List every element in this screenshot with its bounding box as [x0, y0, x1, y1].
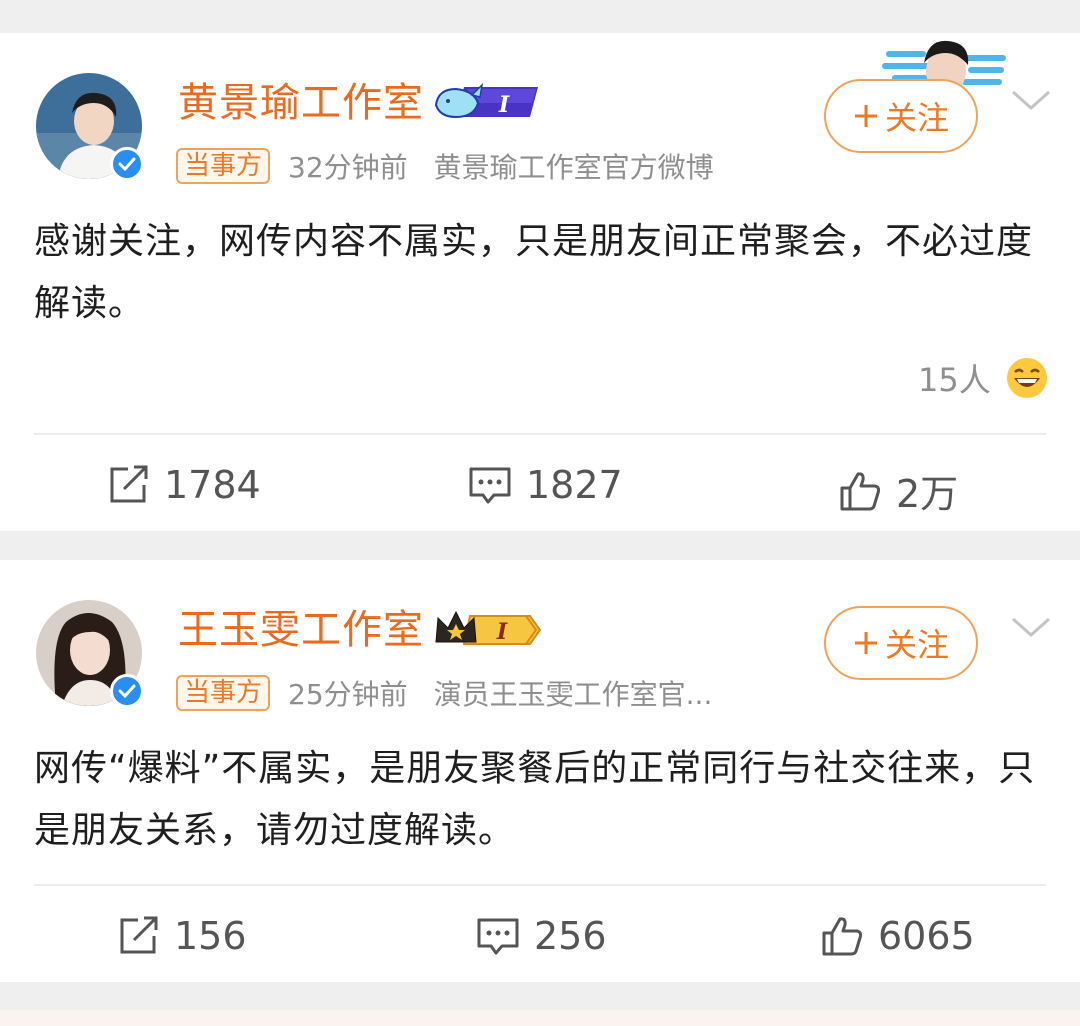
repost-count: 156 — [174, 914, 247, 958]
level-badge-whale: I — [434, 82, 538, 119]
like-count: 2万 — [896, 472, 959, 516]
chevron-down-icon[interactable] — [1010, 615, 1052, 641]
divider — [34, 884, 1046, 886]
party-tag: 当事方 — [176, 675, 271, 711]
repost-icon — [120, 916, 158, 954]
verified-icon — [110, 674, 144, 708]
post-time: 32分钟前 — [288, 151, 408, 184]
meta-row: 当事方 25分钟前 演员王玉雯工作室官... — [176, 673, 738, 713]
like-button[interactable]: 2万 — [838, 463, 958, 518]
repost-icon — [110, 465, 148, 503]
post-content: 网传“爆料”不属实，是朋友聚餐后的正常同行与社交往来，只是朋友关系，请勿过度解读… — [34, 748, 1036, 851]
party-tag: 当事方 — [176, 148, 271, 184]
comment-icon — [477, 918, 519, 955]
user-name[interactable]: 王玉雯工作室 — [178, 606, 424, 654]
post-source[interactable]: 演员王玉雯工作室官... — [434, 673, 713, 713]
comment-button[interactable]: 256 — [476, 914, 607, 958]
follow-label: 关注 — [884, 99, 949, 137]
plus-icon — [854, 105, 877, 127]
level-badge-text: I — [496, 619, 508, 645]
comment-count: 1827 — [526, 463, 623, 507]
post-card-1: 黄景瑜工作室 I 当事方 32分钟前 黄景瑜工作室官方微博 关注 感谢关注，网传… — [0, 33, 1080, 531]
follow-button[interactable]: 关注 — [824, 606, 978, 680]
level-badge-text: I — [498, 92, 510, 118]
post-card-2: 王玉雯工作室 I 当事方 25分钟前 演员王玉雯工作室官... 关注 网传“爆料… — [0, 560, 1080, 982]
post-content: 感谢关注，网传内容不属实，只是朋友间正常聚会，不必过度解读。 — [34, 221, 1034, 324]
like-icon — [840, 471, 881, 510]
comment-icon — [469, 467, 511, 504]
user-name[interactable]: 黄景瑜工作室 — [178, 79, 424, 127]
reaction-summary[interactable]: 15人 — [918, 355, 1049, 401]
repost-count: 1784 — [164, 463, 261, 507]
comment-button[interactable]: 1827 — [468, 463, 623, 507]
comment-count: 256 — [534, 914, 607, 958]
avatar[interactable] — [36, 600, 144, 708]
follow-button[interactable]: 关注 — [824, 79, 978, 153]
reaction-count: 15人 — [918, 361, 991, 399]
follow-label: 关注 — [884, 626, 949, 664]
avatar[interactable] — [36, 73, 144, 181]
meta-row: 当事方 32分钟前 黄景瑜工作室官方微博 — [176, 146, 740, 186]
repost-button[interactable]: 156 — [118, 914, 247, 958]
level-badge-crown: I — [435, 610, 542, 645]
post-time: 25分钟前 — [288, 678, 408, 711]
plus-icon — [854, 632, 877, 654]
chevron-down-icon[interactable] — [1010, 88, 1052, 114]
repost-button[interactable]: 1784 — [108, 463, 261, 507]
like-button[interactable]: 6065 — [820, 914, 975, 958]
like-icon — [822, 917, 863, 956]
post-source[interactable]: 黄景瑜工作室官方微博 — [434, 146, 714, 186]
laugh-emoji-icon — [1006, 358, 1047, 398]
divider — [34, 433, 1046, 435]
verified-icon — [110, 147, 144, 181]
next-card-edge — [0, 1010, 1080, 1026]
like-count: 6065 — [878, 914, 975, 958]
